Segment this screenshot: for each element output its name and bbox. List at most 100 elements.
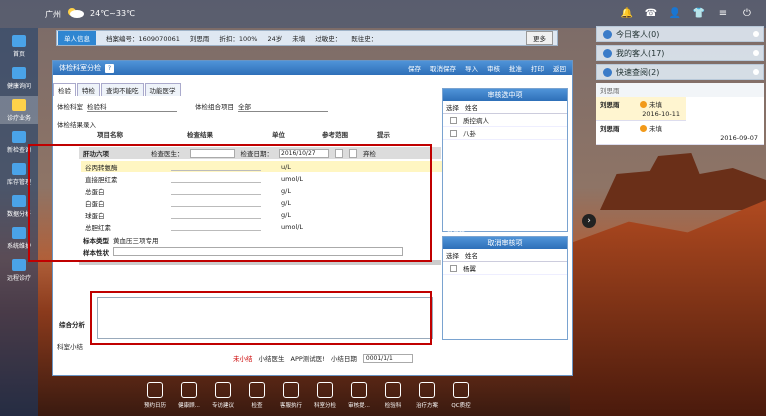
highlight-box-analysis — [90, 291, 432, 345]
dock-item-health[interactable]: 健康顾... — [174, 378, 204, 416]
background-canyon — [570, 200, 766, 416]
import-button[interactable]: 导入 — [465, 63, 478, 73]
dept-icon — [317, 382, 333, 398]
sidebar-item-health[interactable]: 健康询问 — [0, 64, 38, 92]
dock-item-qc[interactable]: QC质控 — [446, 378, 476, 416]
chevron-right-icon[interactable]: › — [582, 214, 596, 228]
audit-button[interactable]: 审核 — [487, 63, 500, 73]
dock-item-service[interactable]: 客服执行 — [276, 378, 306, 416]
summary-label: 科室小结 — [57, 343, 83, 351]
plan-icon — [419, 382, 435, 398]
health-icon — [181, 382, 197, 398]
result-entry-label: 体检结果录入 — [57, 121, 96, 129]
col-item: 项目名称 — [97, 131, 123, 139]
health-icon — [12, 66, 26, 79]
analysis-label: 综合分析 — [59, 321, 85, 329]
today-guests[interactable]: 今日客人(0) — [596, 26, 764, 42]
query-icon — [12, 130, 26, 143]
user-icon[interactable]: 👤 — [668, 6, 682, 20]
shirt-icon[interactable]: 👕 — [692, 6, 706, 20]
quick-lookup-list: 刘思雨 刘思雨 未填 2016-10-11 刘思雨 未填 2016-09-07 — [596, 83, 764, 145]
allergy: 过敏史： — [315, 35, 342, 43]
list-item[interactable]: 刘思雨 未填 2016-09-07 — [596, 121, 764, 145]
toggle-icon[interactable] — [753, 31, 759, 37]
group-select[interactable]: 全部 — [238, 101, 328, 112]
cancel-save-button[interactable]: 取消保存 — [430, 63, 456, 73]
list-item[interactable]: 八卦 — [443, 127, 567, 140]
qc-icon — [453, 382, 469, 398]
audit-icon — [351, 382, 367, 398]
summary-footer: 未小结 小结医生 APP测试医! 小结日期 0001/1/1 — [233, 353, 413, 363]
quick-lookup[interactable]: 快速查阅(2) — [596, 64, 764, 80]
discount: 折扣：100% — [219, 35, 258, 43]
city-label: 广州 — [45, 10, 61, 19]
cancel-audit-button[interactable]: 取消审核项 — [443, 237, 567, 249]
patient-name: 刘思雨 — [189, 35, 210, 43]
search-icon — [603, 67, 612, 77]
top-bar: 广州 24℃~33℃ 🔔 ☎ 👤 👕 ≡ ⏻ — [0, 0, 766, 28]
search-name: 刘思雨 — [596, 83, 764, 97]
weather-icon — [68, 8, 84, 18]
highlight-box-results — [28, 144, 432, 262]
clinic-icon — [12, 98, 26, 111]
col-unit: 单位 — [272, 131, 285, 139]
status-icon — [640, 124, 647, 132]
panel-header: 体检科室分检 ? 保存 取消保存 导入 审核 批准 打印 返回 — [53, 61, 572, 75]
select-checkbox[interactable] — [449, 129, 457, 137]
chart-icon — [12, 194, 26, 207]
dock-item-plan[interactable]: 治疗方案 — [412, 378, 442, 416]
print-button[interactable]: 打印 — [531, 63, 544, 73]
right-panel: 今日客人(0) 我的客人(17) 快速查阅(2) 刘思雨 刘思雨 未填 2016… — [596, 26, 764, 166]
home-icon — [12, 34, 26, 47]
summary-date-input[interactable]: 0001/1/1 — [362, 353, 413, 363]
sidebar-item-clinic[interactable]: 诊疗业务 — [0, 96, 38, 124]
more-button[interactable]: 更多 — [526, 31, 553, 45]
video-icon — [12, 258, 26, 271]
dock-item-lab[interactable]: 检验科 — [378, 378, 408, 416]
notification-icon[interactable]: 🔔 — [620, 6, 634, 20]
toggle-icon[interactable] — [753, 50, 759, 56]
pending-audit-list: 未审核 审核选中项 选择 姓名 质控病人 八卦 — [442, 81, 568, 232]
dock-item-check[interactable]: 检查 — [242, 378, 272, 416]
dock-item-dept[interactable]: 科室分检 — [310, 378, 340, 416]
temperature-label: 24℃~33℃ — [90, 9, 136, 18]
list-item[interactable]: 质控病人 — [443, 114, 567, 127]
bottom-dock: 预约日历 健康顾... 专访建议 检查 客服执行 科室分检 审核提... 检验科… — [140, 378, 480, 416]
list-item[interactable]: 刘思雨 未填 2016-10-11 — [596, 97, 686, 121]
summary-date-label: 小结日期 — [330, 355, 357, 363]
select-checkbox[interactable] — [449, 264, 457, 272]
dock-item-calendar[interactable]: 预约日历 — [140, 378, 170, 416]
age: 24岁 — [267, 35, 283, 43]
dept-select[interactable]: 检验科 — [87, 101, 177, 112]
calendar-icon — [603, 29, 612, 39]
audited-list: 已审核 取消审核项 选择 姓名 杨翼 — [442, 229, 568, 340]
history: 既往史： — [351, 35, 378, 43]
my-guests[interactable]: 我的客人(17) — [596, 45, 764, 61]
col-hint: 提示 — [377, 131, 390, 139]
list-item[interactable]: 杨翼 — [443, 262, 567, 275]
summary-doctor: APP测试医! — [290, 355, 325, 363]
phone-icon[interactable]: ☎ — [644, 6, 658, 20]
help-icon[interactable]: ? — [105, 63, 114, 73]
back-button[interactable]: 返回 — [553, 63, 566, 73]
lab-icon — [385, 382, 401, 398]
menu-icon[interactable]: ≡ — [716, 6, 730, 20]
status-icon — [640, 100, 647, 108]
dock-item-advice[interactable]: 专访建议 — [208, 378, 238, 416]
sidebar-item-home[interactable]: 首页 — [0, 32, 38, 60]
audit-selected-button[interactable]: 审核选中项 — [443, 89, 567, 101]
power-icon[interactable]: ⏻ — [740, 6, 754, 20]
people-icon — [603, 48, 612, 58]
col-range: 参考范围 — [322, 131, 348, 139]
approve-button[interactable]: 批准 — [509, 63, 522, 73]
patient-info-bar: 单人信息 档案编号：1609070061 刘思雨 折扣：100% 24岁 未填 … — [56, 30, 558, 46]
calendar-icon — [147, 382, 163, 398]
save-button[interactable]: 保存 — [408, 63, 421, 73]
toggle-icon[interactable] — [753, 69, 759, 75]
status: 未填 — [292, 35, 306, 43]
select-checkbox[interactable] — [449, 116, 457, 124]
pending-tag: 未审核 — [447, 81, 466, 88]
patient-tag[interactable]: 单人信息 — [58, 31, 96, 45]
dock-item-audit[interactable]: 审核提... — [344, 378, 374, 416]
archive-number: 档案编号：1609070061 — [106, 35, 180, 43]
